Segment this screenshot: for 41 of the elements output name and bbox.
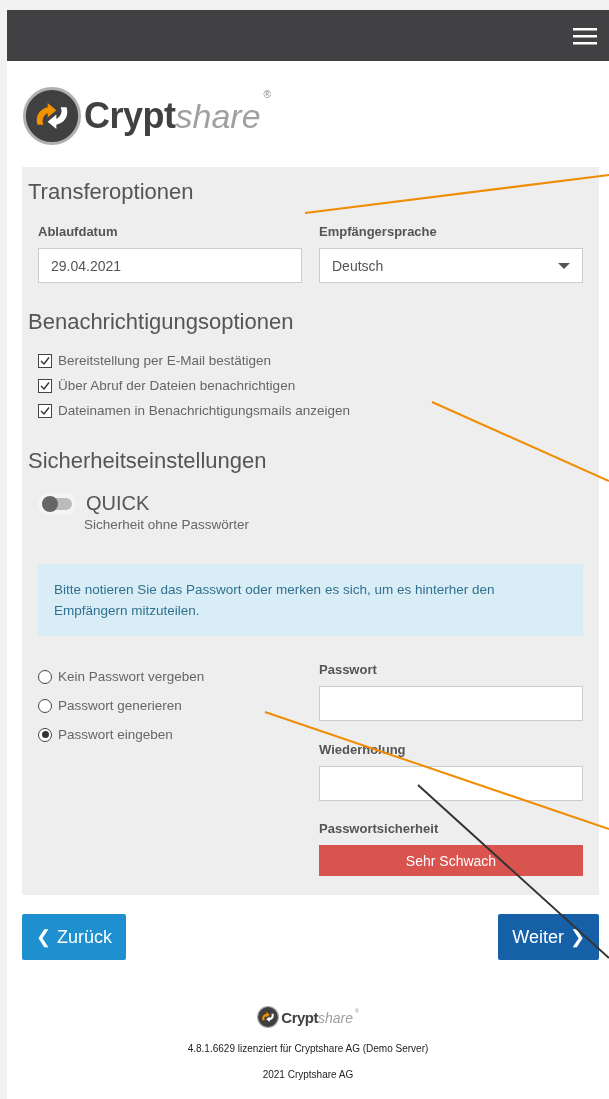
radio-button[interactable]: [38, 698, 52, 713]
password-field[interactable]: [319, 686, 583, 721]
logo-wordmark-bold: Crypt: [84, 95, 176, 137]
info-message: Bitte notieren Sie das Passwort oder merken es sich, um es hinterher den Empfängern mitzuteilen.: [38, 564, 583, 636]
copyright-text: 2021 Cryptshare AG: [262, 1069, 354, 1080]
toggle-label: QUICK: [86, 492, 150, 515]
caret-icon: [558, 262, 570, 269]
next-button[interactable]: Weiter ❯: [498, 914, 599, 960]
back-button[interactable]: ❮ Zurück: [22, 914, 126, 960]
section-heading: Transferoptionen: [28, 179, 194, 205]
section-heading: Benachrichtigungsoptionen: [28, 309, 294, 335]
radio-label: Kein Passwort vergeben: [58, 669, 205, 684]
field-label: Ablaufdatum: [38, 224, 119, 239]
radio-button[interactable]: [38, 727, 52, 742]
checkbox[interactable]: [38, 378, 52, 393]
logo-icon: [257, 1006, 280, 1028]
radio-label: Passwort eingeben: [58, 727, 173, 742]
language-dropdown[interactable]: Deutsch: [319, 248, 583, 283]
logo-wordmark-bold: Crypt: [281, 1008, 318, 1026]
checkbox-label: Bereitstellung per E-Mail bestätigen: [58, 353, 272, 368]
checkbox[interactable]: [38, 403, 52, 418]
registered-mark: ®: [263, 89, 271, 100]
logo-wordmark-light: share: [175, 97, 261, 135]
checkbox-label: Über Abruf der Dateien benachrichtigen: [58, 378, 296, 393]
date-field[interactable]: 29.04.2021: [38, 248, 302, 283]
section-heading: Sicherheitseinstellungen: [28, 448, 267, 474]
toggle-switch[interactable]: [38, 492, 76, 515]
menu-icon[interactable]: [573, 26, 597, 45]
version-text: 4.8.1.6629 lizenziert für Cryptshare AG (Demo Server): [187, 1043, 429, 1054]
logo-wordmark-light: share: [317, 1009, 353, 1026]
checkbox[interactable]: [38, 353, 52, 368]
logo-icon: [23, 87, 81, 145]
field-label: Passwort: [319, 662, 378, 677]
toggle-description: Sicherheit ohne Passwörter: [84, 517, 251, 532]
field-label: Empfängersprache: [319, 224, 438, 239]
field-label: Passwortsicherheit: [319, 821, 440, 836]
radio-label: Passwort generieren: [58, 698, 182, 713]
checkbox-label: Dateinamen in Benachrichtigungsmails anzeigen: [58, 403, 350, 418]
strength-meter: Sehr Schwach: [319, 845, 583, 876]
password-field[interactable]: [319, 766, 583, 801]
radio-button[interactable]: [38, 669, 52, 684]
